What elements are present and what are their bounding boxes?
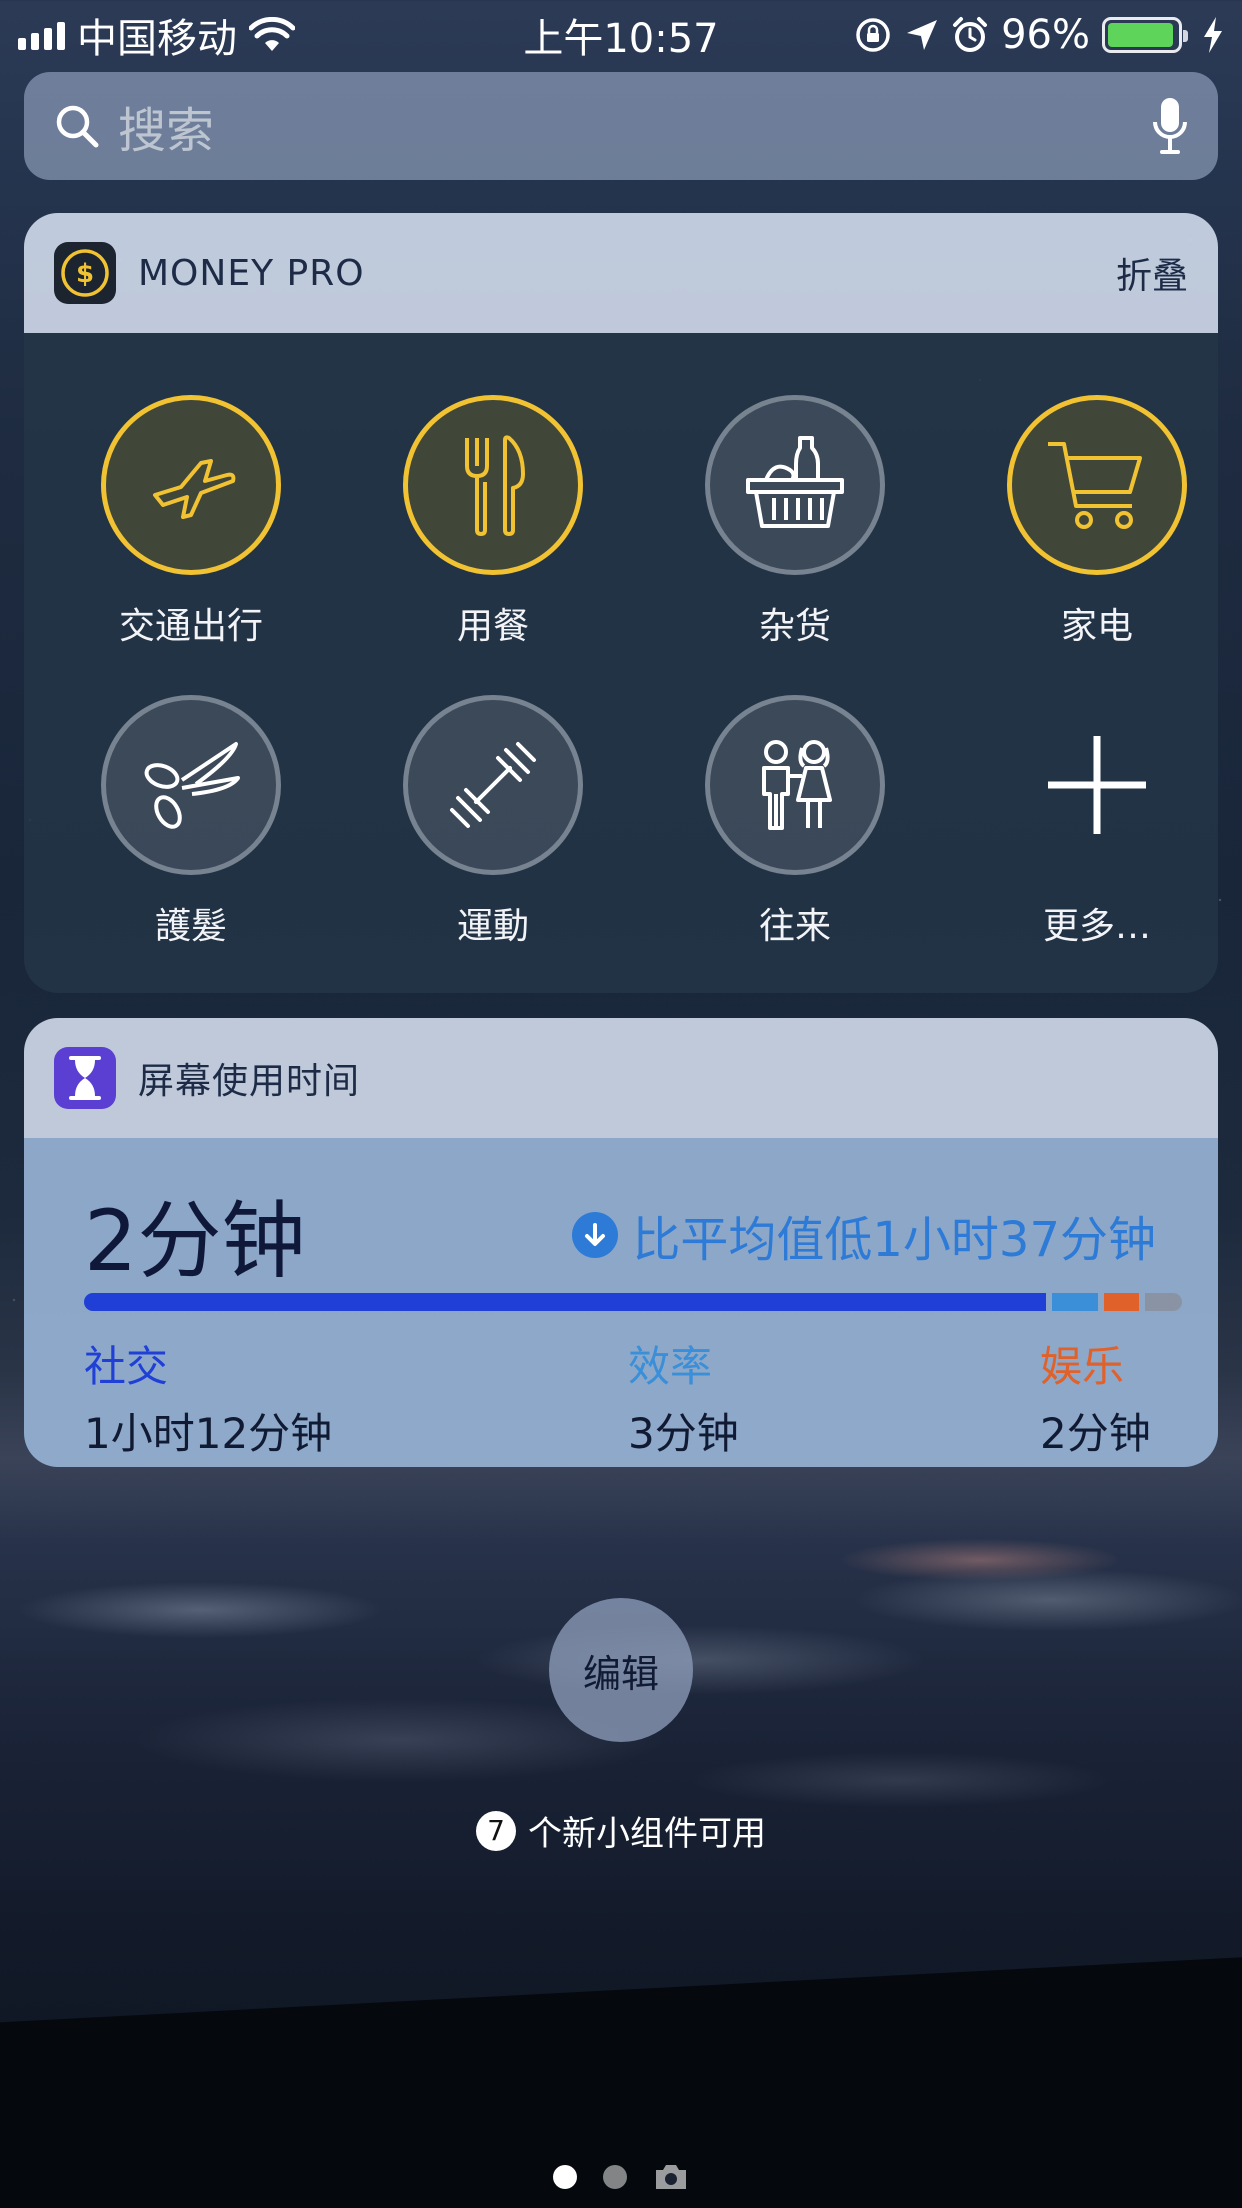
search-bar[interactable]: 搜索: [24, 72, 1218, 180]
signal-icon: [18, 20, 65, 50]
category-groceries[interactable]: 杂货: [670, 395, 920, 649]
usage-category-label: 社交: [84, 1342, 169, 1391]
money-pro-app-icon: $: [54, 242, 116, 304]
category-haircare[interactable]: 護髮: [66, 695, 316, 949]
usage-value: 2分钟: [1040, 1409, 1151, 1458]
category-sports[interactable]: 運動: [368, 695, 618, 949]
more-button[interactable]: [1007, 695, 1187, 875]
carrier-label: 中国移动: [77, 16, 237, 62]
money-pro-body: 交通出行 用餐 杂货 家电 護髮 運動 往来 更多…: [24, 333, 1218, 993]
total-usage: 2分钟: [84, 1192, 306, 1290]
battery-icon: [1102, 17, 1188, 53]
status-time: 上午10:57: [523, 16, 719, 62]
page-dot-1[interactable]: [553, 2165, 577, 2189]
category-circle[interactable]: [705, 395, 885, 575]
new-widgets-notice[interactable]: 7 个新小组件可用: [0, 1806, 1242, 1855]
category-circle[interactable]: [403, 395, 583, 575]
usage-comparison: 比平均值低1小时37分钟: [572, 1200, 1156, 1270]
plus-icon: [1048, 736, 1146, 834]
money-pro-title: MONEY PRO: [138, 252, 365, 294]
battery-fill: [1108, 23, 1174, 47]
hourglass-icon: [69, 1056, 101, 1100]
usage-category-label: 效率: [628, 1342, 713, 1391]
screen-time-widget[interactable]: 屏幕使用时间 2分钟 比平均值低1小时37分钟 社交 1小时12分钟 效率 3分…: [24, 1018, 1218, 1467]
charging-icon: [1204, 17, 1222, 53]
usage-bar-segment: [1103, 1293, 1140, 1311]
search-icon: [56, 105, 99, 148]
usage-category-label: 娱乐: [1040, 1342, 1125, 1391]
people-icon: [762, 740, 832, 830]
usage-productivity: 效率 3分钟: [628, 1333, 739, 1461]
category-dining[interactable]: 用餐: [368, 395, 618, 649]
usage-social: 社交 1小时12分钟: [84, 1333, 332, 1461]
status-bar: 中国移动 上午10:57 96%: [0, 0, 1242, 70]
collapse-button[interactable]: 折叠: [1116, 247, 1188, 299]
usage-value: 1小时12分钟: [84, 1409, 333, 1458]
category-label: 用餐: [456, 606, 529, 647]
category-transport[interactable]: 交通出行: [66, 395, 316, 649]
usage-entertainment: 娱乐 2分钟: [1040, 1333, 1151, 1461]
svg-text:$: $: [76, 259, 94, 289]
category-label: 運動: [456, 906, 529, 947]
usage-bar-segment: [1052, 1293, 1098, 1311]
fork-knife-icon: [465, 435, 525, 536]
usage-bar-segment: [84, 1293, 1047, 1311]
battery-percent: 96%: [1001, 12, 1090, 58]
category-social[interactable]: 往来: [670, 695, 920, 949]
microphone-icon[interactable]: [1152, 96, 1188, 156]
category-label: 往来: [758, 906, 831, 947]
category-label: 更多…: [1042, 906, 1151, 947]
camera-icon[interactable]: [653, 2162, 689, 2192]
scissors-icon: [144, 742, 240, 829]
shopping-cart-icon: [1048, 442, 1142, 529]
search-input[interactable]: 搜索: [118, 91, 1152, 161]
category-circle[interactable]: [1007, 395, 1187, 575]
screen-time-app-icon: [54, 1047, 116, 1109]
screen-time-title: 屏幕使用时间: [138, 1061, 361, 1102]
location-icon: [907, 20, 938, 50]
category-label: 杂货: [758, 606, 831, 647]
airplane-icon: [153, 459, 236, 519]
usage-value: 3分钟: [628, 1409, 739, 1458]
grocery-basket-icon: [746, 436, 844, 528]
category-circle[interactable]: [403, 695, 583, 875]
money-pro-widget: $ MONEY PRO 折叠 交通出行 用餐 杂货 家电 護髮 運動 往来 更多…: [24, 213, 1218, 993]
status-left: 中国移动: [18, 6, 295, 64]
screen-time-body: 2分钟 比平均值低1小时37分钟 社交 1小时12分钟 效率 3分钟 娱乐 2分…: [24, 1138, 1218, 1467]
category-label: 家电: [1060, 606, 1133, 647]
category-circle[interactable]: [101, 395, 281, 575]
usage-bar: [84, 1293, 1182, 1311]
page-dot-2[interactable]: [603, 2165, 627, 2189]
edit-button[interactable]: 编辑: [549, 1598, 693, 1742]
arrow-down-icon: [572, 1212, 619, 1258]
category-circle[interactable]: [101, 695, 281, 875]
wifi-icon: [249, 17, 295, 51]
new-widgets-count-badge: 7: [476, 1810, 516, 1851]
comparison-text: 比平均值低1小时37分钟: [632, 1212, 1156, 1268]
dumbbell-icon: [450, 742, 536, 828]
money-pro-header: $ MONEY PRO 折叠: [24, 213, 1218, 333]
category-circle[interactable]: [705, 695, 885, 875]
rotation-lock-icon: [856, 18, 890, 52]
category-appliances[interactable]: 家电: [972, 395, 1218, 649]
category-more[interactable]: 更多…: [972, 695, 1218, 949]
category-label: 交通出行: [118, 606, 263, 647]
new-widgets-text: 个新小组件可用: [528, 1814, 766, 1854]
usage-bar-segment: [1145, 1293, 1182, 1311]
dollar-coin-icon: $: [61, 249, 109, 297]
screen-time-header: 屏幕使用时间: [24, 1018, 1218, 1138]
category-label: 護髮: [154, 906, 227, 947]
alarm-icon: [953, 17, 988, 52]
page-indicator[interactable]: [0, 2162, 1242, 2192]
status-right: 96%: [853, 12, 1224, 58]
